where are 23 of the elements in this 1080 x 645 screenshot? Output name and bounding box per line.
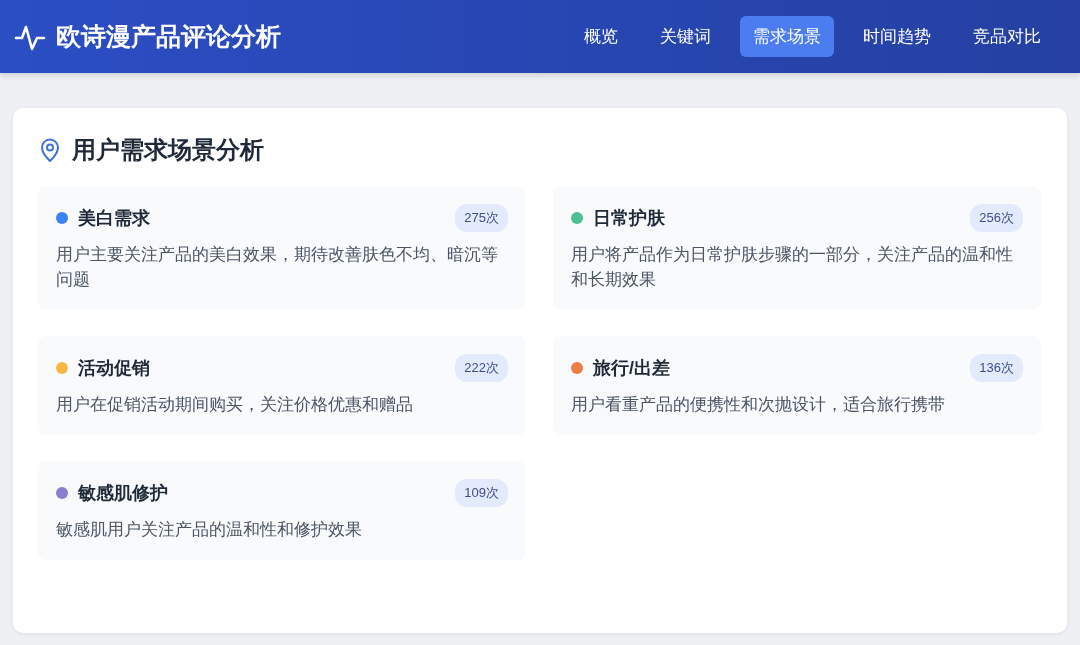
nav-tab[interactable]: 时间趋势 xyxy=(850,16,944,57)
app-title: 欧诗漫产品评论分析 xyxy=(56,21,281,52)
scenario-description: 敏感肌用户关注产品的温和性和修护效果 xyxy=(56,519,363,541)
scenario-description: 用户在促销活动期间购买，关注价格优惠和赠品 xyxy=(56,394,414,416)
scenario-description: 用户看重产品的便携性和次抛设计，适合旅行携带 xyxy=(571,394,946,416)
nav-tab[interactable]: 关键词 xyxy=(647,16,724,57)
location-pin-icon xyxy=(38,137,62,163)
scenario-name: 日常护肤 xyxy=(593,207,665,230)
scenario-name: 敏感肌修护 xyxy=(78,482,168,505)
nav-tab[interactable]: 需求场景 xyxy=(740,16,834,57)
count-badge: 256次 xyxy=(970,204,1023,232)
scenario-name: 美白需求 xyxy=(78,207,150,230)
scenario-name: 旅行/出差 xyxy=(593,357,670,380)
scenario-description: 用户将产品作为日常护肤步骤的一部分，关注产品的温和性和长期效果 xyxy=(571,244,1014,291)
nav-tab[interactable]: 竞品对比 xyxy=(960,16,1054,57)
section-title: 用户需求场景分析 xyxy=(72,135,264,165)
nav-tab[interactable]: 概览 xyxy=(571,16,631,57)
count-badge: 136次 xyxy=(970,354,1023,382)
count-badge: 109次 xyxy=(455,479,508,507)
count-badge: 275次 xyxy=(455,204,508,232)
scenario-name: 活动促销 xyxy=(78,357,150,380)
count-badge: 222次 xyxy=(455,354,508,382)
scenario-description: 用户主要关注产品的美白效果，期待改善肤色不均、暗沉等问题 xyxy=(56,244,499,291)
